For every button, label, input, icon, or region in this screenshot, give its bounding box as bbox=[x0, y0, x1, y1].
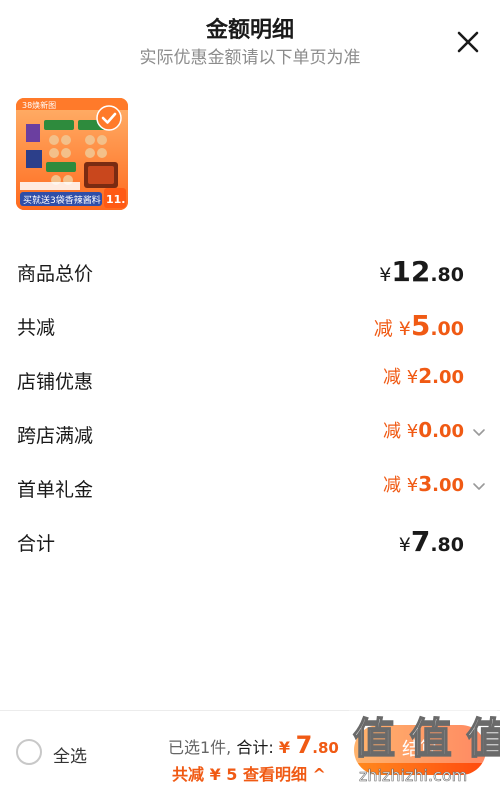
selected-count: 已选1件, bbox=[168, 738, 232, 757]
page-subtitle: 实际优惠金额请以下单页为准 bbox=[139, 48, 361, 68]
amount-int: 0 bbox=[418, 418, 433, 442]
select-all-radio[interactable] bbox=[16, 739, 42, 765]
amount-int: 2 bbox=[418, 364, 433, 388]
amount-int: 5 bbox=[410, 309, 431, 342]
amount-int: 7 bbox=[295, 731, 313, 759]
row-value: ¥12.80 bbox=[379, 255, 464, 288]
row-label: 店铺优惠 bbox=[17, 371, 94, 393]
row-total-discount: 共减 减 ¥5.00 bbox=[0, 299, 500, 353]
amount-dec: .00 bbox=[430, 318, 464, 340]
amount-dec: .00 bbox=[432, 475, 464, 496]
page-title: 金额明细 bbox=[205, 18, 294, 43]
thumb-badge-text: 38焕新图 bbox=[22, 100, 56, 110]
row-value: ¥7.80 bbox=[399, 525, 464, 558]
row-label: 首单礼金 bbox=[17, 479, 94, 501]
chevron-down-icon[interactable] bbox=[472, 480, 486, 494]
row-first-order-gift[interactable]: 首单礼金 减 ¥3.00 bbox=[0, 461, 500, 515]
currency-prefix: 减 ¥ bbox=[373, 318, 411, 340]
order-summary: 已选1件, 合计: ¥ 7.80 bbox=[168, 731, 339, 759]
row-value: 减 ¥3.00 bbox=[383, 471, 464, 497]
currency-prefix: ¥ bbox=[278, 738, 291, 757]
currency-prefix: 减 ¥ bbox=[383, 421, 419, 442]
amount-dec: .00 bbox=[432, 367, 464, 388]
total-amount: ¥ 7.80 bbox=[278, 731, 339, 759]
thumb-caption: 买就送3袋香辣酱料 bbox=[23, 194, 101, 206]
row-store-discount: 店铺优惠 减 ¥2.00 bbox=[0, 353, 500, 407]
amount-dec: .80 bbox=[430, 264, 464, 286]
row-value: 减 ¥2.00 bbox=[383, 363, 464, 389]
row-label: 共减 bbox=[17, 317, 56, 339]
chevron-down-icon[interactable] bbox=[472, 426, 486, 440]
total-label: 合计: bbox=[236, 738, 274, 757]
amount-dec: .80 bbox=[430, 534, 464, 556]
row-value: 减 ¥5.00 bbox=[374, 309, 464, 342]
row-value: 减 ¥0.00 bbox=[383, 417, 464, 443]
amount-dec: .00 bbox=[432, 421, 464, 442]
amount-int: 7 bbox=[410, 525, 431, 558]
checkout-button[interactable]: 结算 bbox=[354, 725, 486, 775]
amount-dec: .80 bbox=[312, 739, 339, 757]
currency-prefix: ¥ bbox=[379, 264, 392, 286]
row-label: 合计 bbox=[17, 533, 56, 555]
checkout-bar: 全选 已选1件, 合计: ¥ 7.80 共减 ¥ 5 查看明细 ^ 结算 bbox=[0, 710, 500, 790]
amount-int: 12 bbox=[391, 255, 431, 288]
select-all-label[interactable]: 全选 bbox=[53, 742, 87, 767]
amount-int: 3 bbox=[418, 472, 433, 496]
currency-prefix: ¥ bbox=[398, 534, 411, 556]
currency-prefix: 减 ¥ bbox=[383, 475, 419, 496]
check-icon bbox=[96, 105, 122, 131]
thumb-price: 11. bbox=[106, 193, 126, 206]
row-grand-total: 合计 ¥7.80 bbox=[0, 515, 500, 569]
row-subtotal: 商品总价 ¥12.80 bbox=[0, 245, 500, 299]
header: 金额明细 实际优惠金额请以下单页为准 bbox=[0, 0, 500, 80]
row-cross-store-discount[interactable]: 跨店满减 减 ¥0.00 bbox=[0, 407, 500, 461]
row-label: 跨店满减 bbox=[17, 425, 94, 447]
row-label: 商品总价 bbox=[17, 263, 94, 285]
view-details-link[interactable]: 共减 ¥ 5 查看明细 ^ bbox=[172, 761, 326, 785]
close-icon[interactable] bbox=[454, 28, 482, 56]
currency-prefix: 减 ¥ bbox=[383, 367, 419, 388]
